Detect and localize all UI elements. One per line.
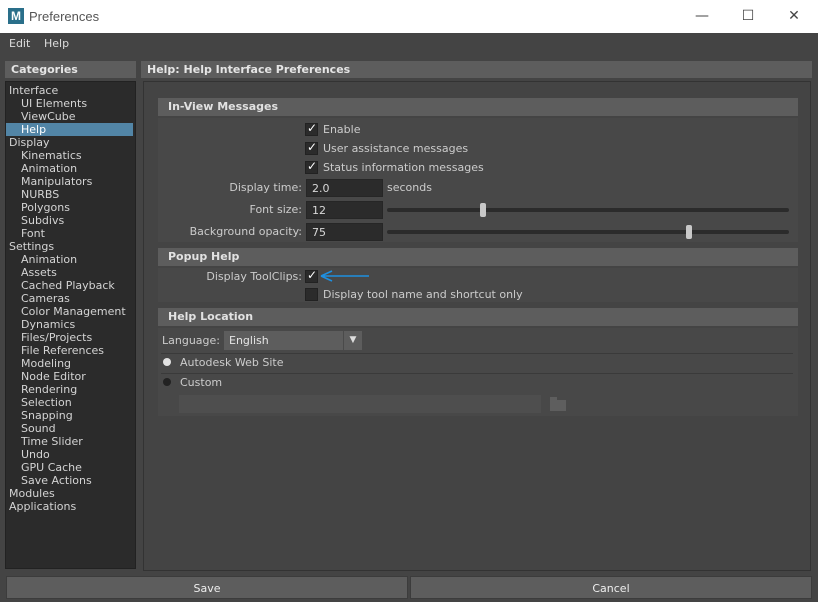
font-size-field[interactable]: 12 bbox=[306, 201, 383, 219]
category-item[interactable]: Assets bbox=[6, 266, 133, 279]
autodesk-web-site-label: Autodesk Web Site bbox=[180, 356, 284, 369]
preferences-header: Help: Help Interface Preferences bbox=[141, 61, 812, 78]
check-icon: ✓ bbox=[307, 268, 318, 282]
user-assistance-checkbox[interactable]: ✓ bbox=[305, 140, 318, 155]
close-button[interactable]: ✕ bbox=[771, 0, 817, 33]
maximize-button[interactable]: ☐ bbox=[725, 0, 771, 33]
minimize-button[interactable]: — bbox=[679, 0, 725, 33]
category-item[interactable]: ViewCube bbox=[6, 110, 133, 123]
categories-header: Categories bbox=[5, 61, 136, 78]
category-item[interactable]: Save Actions bbox=[6, 474, 133, 487]
in-view-messages-header[interactable]: In-View Messages bbox=[158, 98, 798, 116]
categories-panel: Categories Interface UI Elements ViewCube H… bbox=[5, 61, 136, 570]
menu-help[interactable]: Help bbox=[44, 37, 69, 50]
check-icon: ✓ bbox=[307, 159, 318, 173]
background-opacity-field[interactable]: 75 bbox=[306, 223, 383, 241]
folder-icon[interactable] bbox=[550, 397, 566, 411]
enable-label: Enable bbox=[323, 123, 361, 136]
check-icon: ✓ bbox=[307, 121, 318, 135]
display-toolclips-label: Display ToolClips: bbox=[206, 270, 302, 283]
custom-label: Custom bbox=[180, 376, 223, 389]
background-opacity-label: Background opacity: bbox=[189, 225, 302, 238]
category-item[interactable]: Subdivs bbox=[6, 214, 133, 227]
menu-edit[interactable]: Edit bbox=[9, 37, 30, 50]
language-dropdown[interactable]: English bbox=[224, 331, 343, 350]
display-time-label: Display time: bbox=[229, 181, 302, 194]
user-assistance-label: User assistance messages bbox=[323, 142, 469, 155]
preferences-panel: Help: Help Interface Preferences In-View… bbox=[141, 61, 812, 571]
category-item[interactable]: Manipulators bbox=[6, 175, 133, 188]
enable-checkbox[interactable]: ✓ bbox=[305, 121, 318, 136]
category-item[interactable]: Animation bbox=[6, 253, 133, 266]
background-opacity-slider[interactable] bbox=[387, 230, 789, 234]
annotation-arrow-icon bbox=[320, 270, 369, 282]
category-item[interactable]: Snapping bbox=[6, 409, 133, 422]
category-item[interactable]: GPU Cache bbox=[6, 461, 133, 474]
status-info-label: Status information messages bbox=[323, 161, 484, 174]
category-item[interactable]: Node Editor bbox=[6, 370, 133, 383]
category-item[interactable]: File References bbox=[6, 344, 133, 357]
popup-help-section: Display ToolClips: ✓ Display tool name a… bbox=[158, 268, 798, 302]
category-item[interactable]: Help bbox=[6, 123, 133, 136]
category-item[interactable]: Interface bbox=[6, 84, 133, 97]
category-item[interactable]: Sound bbox=[6, 422, 133, 435]
custom-radio[interactable] bbox=[163, 378, 171, 386]
category-item[interactable]: UI Elements bbox=[6, 97, 133, 110]
category-item[interactable]: NURBS bbox=[6, 188, 133, 201]
save-button[interactable]: Save bbox=[6, 576, 408, 599]
category-item[interactable]: Modules bbox=[6, 487, 133, 500]
category-item[interactable]: Selection bbox=[6, 396, 133, 409]
font-size-slider-handle[interactable] bbox=[480, 203, 487, 217]
preferences-body: In-View Messages ✓ Enable ✓ User assista… bbox=[143, 81, 811, 571]
divider bbox=[161, 373, 793, 374]
autodesk-web-site-radio[interactable] bbox=[163, 358, 171, 366]
category-item[interactable]: Font bbox=[6, 227, 133, 240]
chevron-down-icon[interactable]: ▼ bbox=[343, 331, 362, 350]
display-time-field[interactable]: 2.0 bbox=[306, 179, 383, 197]
in-view-messages-section: ✓ Enable ✓ User assistance messages ✓ St… bbox=[158, 118, 798, 242]
category-item[interactable]: Rendering bbox=[6, 383, 133, 396]
popup-help-header[interactable]: Popup Help bbox=[158, 248, 798, 266]
category-item[interactable]: Modeling bbox=[6, 357, 133, 370]
category-item[interactable]: Files/Projects bbox=[6, 331, 133, 344]
help-location-header[interactable]: Help Location bbox=[158, 308, 798, 326]
custom-path-field bbox=[179, 395, 541, 413]
category-item[interactable]: Color Management bbox=[6, 305, 133, 318]
category-item[interactable]: Undo bbox=[6, 448, 133, 461]
status-info-checkbox[interactable]: ✓ bbox=[305, 159, 318, 174]
category-item[interactable]: Animation bbox=[6, 162, 133, 175]
window-title: Preferences bbox=[29, 9, 100, 24]
category-item[interactable]: Cached Playback bbox=[6, 279, 133, 292]
category-item[interactable]: Polygons bbox=[6, 201, 133, 214]
maya-app-icon: M bbox=[8, 8, 24, 24]
category-item[interactable]: Settings bbox=[6, 240, 133, 253]
title-bar: M Preferences — ☐ ✕ bbox=[0, 0, 818, 33]
font-size-label: Font size: bbox=[249, 203, 302, 216]
display-name-shortcut-label: Display tool name and shortcut only bbox=[323, 288, 523, 301]
check-icon: ✓ bbox=[307, 140, 318, 154]
cancel-button[interactable]: Cancel bbox=[410, 576, 812, 599]
display-name-shortcut-checkbox[interactable] bbox=[305, 288, 318, 301]
language-label: Language: bbox=[162, 334, 220, 347]
categories-list[interactable]: Interface UI Elements ViewCube Help Display K… bbox=[5, 81, 136, 569]
category-item[interactable]: Dynamics bbox=[6, 318, 133, 331]
category-item[interactable]: Cameras bbox=[6, 292, 133, 305]
display-time-unit: seconds bbox=[387, 181, 432, 194]
background-opacity-slider-handle[interactable] bbox=[685, 225, 692, 239]
category-item[interactable]: Kinematics bbox=[6, 149, 133, 162]
category-item[interactable]: Time Slider bbox=[6, 435, 133, 448]
category-item[interactable]: Display bbox=[6, 136, 133, 149]
menu-bar: Edit Help bbox=[0, 33, 818, 55]
category-item[interactable]: Applications bbox=[6, 500, 133, 513]
divider bbox=[161, 353, 793, 354]
font-size-slider[interactable] bbox=[387, 208, 789, 212]
help-location-section: Language: English ▼ Autodesk Web Site Cu… bbox=[158, 328, 798, 416]
